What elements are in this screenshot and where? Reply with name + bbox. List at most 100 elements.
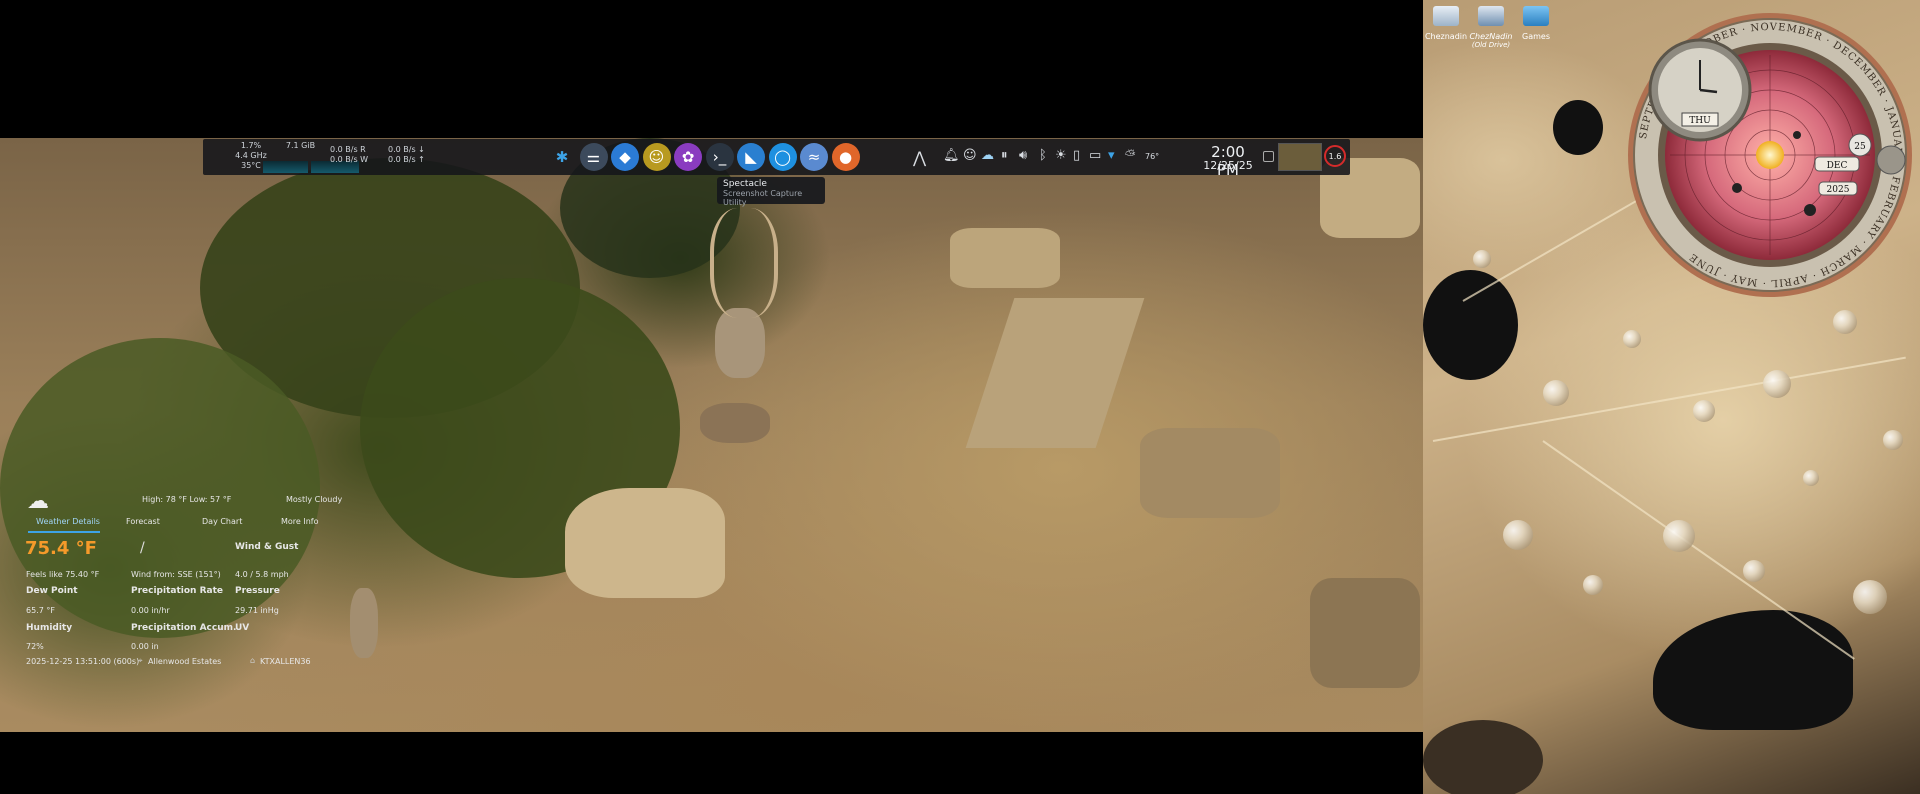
orrery-crank-knob (1876, 145, 1906, 175)
firefox-icon[interactable]: ● (831, 143, 860, 171)
markhor-goat (715, 308, 765, 378)
tab-more-info[interactable]: More Info (281, 517, 319, 526)
cpu-frequency: 4.4 GHz (235, 151, 267, 160)
taskbar-panel: 1.7% 4.4 GHz 35°C 7.1 GiB 0.0 B/s R 0.0 … (203, 139, 1350, 179)
wind-gust-value: 4.0 / 5.8 mph (235, 570, 289, 579)
precip-rate-label: Precipitation Rate (131, 586, 223, 596)
disk-write: 0.0 B/s W (330, 155, 369, 164)
cpu-usage: 1.7% (240, 141, 262, 150)
rock (1140, 428, 1280, 518)
bluetooth-icon[interactable]: ᛒ (1039, 148, 1047, 163)
leaf-hole (1423, 270, 1518, 380)
badge-ring[interactable]: 1.6 (1324, 145, 1346, 167)
last-updated: 2025-12-25 13:51:00 (600s) (26, 657, 140, 666)
brightness-icon[interactable]: ☀ (1055, 148, 1067, 163)
notifications-icon[interactable]: 🔔︎ (943, 148, 960, 163)
water-drop (1853, 580, 1887, 614)
dew-point-label: Dew Point (26, 586, 78, 596)
dew-point-value: 65.7 °F (26, 606, 55, 615)
blue-circle-app-icon[interactable]: ◯ (768, 143, 797, 171)
drive-icon (1478, 6, 1504, 26)
desktop-pager[interactable] (1278, 143, 1322, 171)
precip-rate-value: 0.00 in/hr (131, 606, 170, 615)
humidity-value: 72% (26, 642, 44, 651)
desktop-icon-cheznadin[interactable]: Cheznadin (1421, 6, 1471, 41)
water-drop (1473, 250, 1491, 268)
precip-accum-label: Precipitation Accum. (131, 623, 237, 633)
goat-horns (710, 208, 778, 318)
media-pause-icon[interactable]: ⏸ (1001, 148, 1008, 163)
desktop-icon-games[interactable]: Games (1511, 6, 1561, 41)
user-icon[interactable]: ☺ (963, 148, 977, 163)
active-tab-indicator (28, 531, 100, 533)
high-low: High: 78 °F Low: 57 °F (142, 495, 232, 504)
orrery-weekday: THU (1689, 116, 1711, 126)
discover-icon[interactable]: ◆ (611, 143, 639, 171)
location-pin-icon: ⌖ (138, 656, 143, 665)
purple-app-icon[interactable]: ✿ (674, 143, 702, 171)
desktop-icon-label: Cheznadin (1424, 32, 1468, 41)
tab-day-chart[interactable]: Day Chart (202, 517, 242, 526)
volume-icon[interactable]: 🔊︎ (1019, 148, 1027, 163)
leaf-hole (1653, 610, 1853, 730)
network-icon[interactable]: ▭ (1089, 148, 1101, 163)
desktop-icon-label: Games (1522, 32, 1550, 41)
disk-monitor[interactable]: 0.0 B/s R 0.0 B/s W (330, 145, 380, 165)
water-drop (1663, 520, 1695, 552)
desktop-icon-cheznadin-old-drive[interactable]: ChezNadin (Old Drive) (1466, 6, 1516, 49)
orrery-month: DEC (1827, 161, 1848, 171)
uv-label: UV (235, 623, 250, 633)
orrery-sun (1756, 141, 1784, 169)
water-drop (1503, 520, 1533, 550)
precip-accum-value: 0.00 in (131, 642, 159, 651)
show-desktop-checkbox-icon[interactable] (1263, 151, 1274, 162)
wind-from: Wind from: SSE (151°) (131, 570, 221, 579)
network-up: 0.0 B/s ↑ (388, 155, 425, 164)
leaf-vein (1432, 356, 1906, 442)
phone-connect-icon[interactable]: ▯ (1073, 148, 1080, 163)
weather-tray-icon[interactable]: ⛅︎ (1125, 148, 1135, 163)
water-drop (1693, 400, 1715, 422)
tray-expand-icon[interactable]: ▾ (1108, 148, 1115, 163)
station-id[interactable]: KTXALLEN36 (260, 657, 311, 666)
arch-icon[interactable]: ⋀ (913, 148, 926, 167)
pressure-value: 29.71 inHg (235, 606, 279, 615)
network-monitor[interactable]: 0.0 B/s ↓ 0.0 B/s ↑ (388, 145, 438, 165)
cpu-graph (263, 161, 308, 173)
memory-monitor[interactable]: 7.1 GiB (278, 141, 323, 151)
folder-icon (1523, 6, 1549, 26)
orrery-planet (1732, 183, 1742, 193)
blue-wave-app-icon[interactable]: ≈ (800, 143, 828, 171)
rock (965, 298, 1145, 448)
water-drop (1883, 430, 1903, 450)
tooltip-title: Spectacle (723, 179, 767, 189)
current-temperature: 75.4 °F (25, 538, 97, 559)
orrery-day: 25 (1854, 142, 1866, 152)
cloud-sync-icon[interactable]: ☁ (981, 148, 994, 163)
memory-used: 7.1 GiB (285, 141, 316, 150)
orrery-clock-widget[interactable]: SEPTEMBER · OCTOBER · NOVEMBER · DECEMBE… (1625, 10, 1915, 300)
pressure-label: Pressure (235, 586, 280, 596)
water-drop (1803, 470, 1819, 486)
system-settings-icon[interactable]: ⚌ (579, 143, 608, 171)
smiley-app-icon[interactable]: ☺ (642, 143, 671, 171)
tooltip-subtitle: Screenshot Capture Utility (723, 189, 803, 207)
orrery-svg: SEPTEMBER · OCTOBER · NOVEMBER · DECEMBE… (1628, 13, 1912, 297)
humidity-label: Humidity (26, 623, 73, 633)
water-drop (1743, 560, 1765, 582)
location[interactable]: Allenwood Estates (148, 657, 221, 666)
rock (1310, 578, 1420, 688)
tab-forecast[interactable]: Forecast (126, 517, 160, 526)
rock (565, 488, 725, 598)
terminal-icon[interactable]: ›_ (705, 143, 734, 171)
network-down: 0.0 B/s ↓ (388, 145, 425, 154)
condition: Mostly Cloudy (286, 495, 343, 504)
kde-icon[interactable]: ✱ (548, 143, 576, 171)
left-monitor-wallpaper (0, 138, 1423, 732)
spectacle-icon[interactable]: ◣ (737, 143, 765, 171)
water-drop (1623, 330, 1641, 348)
leaf-hole (1553, 100, 1603, 155)
tab-weather-details[interactable]: Weather Details (36, 517, 100, 526)
clock-date[interactable]: 12/25/25 (1198, 159, 1258, 172)
spectacle-tooltip: Spectacle Screenshot Capture Utility (717, 177, 825, 207)
